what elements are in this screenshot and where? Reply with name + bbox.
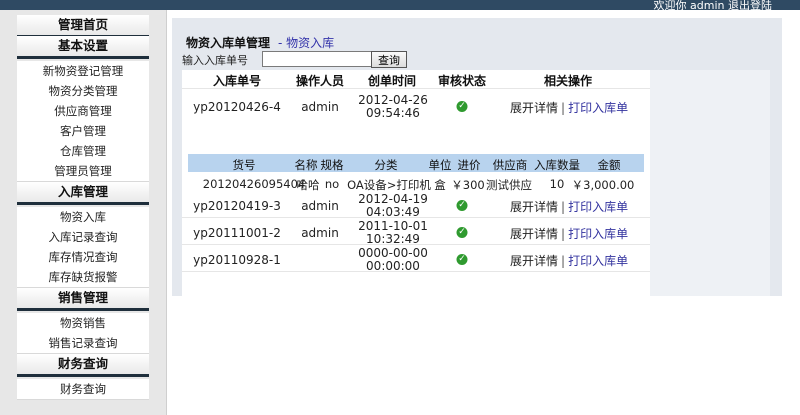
approved-check-icon: ✓ — [456, 101, 468, 112]
page-title: 物资入库单管理 - 物资入库 — [186, 34, 334, 51]
sidebar-item-material-register[interactable]: 新物资登记管理 — [17, 61, 149, 82]
detail-unit: 盒 — [434, 178, 446, 192]
page-subtitle[interactable]: - 物资入库 — [278, 36, 334, 50]
row2-print-link[interactable]: 打印入库单 — [568, 200, 628, 214]
search-input[interactable] — [262, 51, 372, 67]
sidebar-section-home[interactable]: 管理首页 — [17, 15, 149, 38]
row2-expand-link[interactable]: 展开详情 — [510, 200, 558, 214]
row3-create-time: 2011-10-01 10:32:49 — [358, 220, 428, 246]
sidebar-item-material-category[interactable]: 物资分类管理 — [17, 81, 149, 102]
main-content: 物资入库单管理 - 物资入库 输入入库单号 查询 入库单号 操作人员 创单时间 审… — [172, 18, 782, 296]
sidebar-item-finance-query[interactable]: 财务查询 — [17, 379, 149, 400]
row1-expand-link[interactable]: 展开详情 — [510, 101, 558, 115]
detail-header-item-no: 货号 — [232, 158, 256, 172]
row4-actions: 展开详情 | 打印入库单 — [510, 252, 628, 269]
detail-header-amount: 金额 — [597, 158, 621, 172]
col-header-review-status: 审核状态 — [437, 74, 487, 88]
top-bar: 欢迎你 admin 退出登陆 — [0, 0, 800, 13]
row2-actions: 展开详情 | 打印入库单 — [510, 198, 628, 215]
sidebar-section-inbound[interactable]: 入库管理 — [17, 182, 149, 205]
row-divider — [182, 244, 650, 245]
approved-check-icon: ✓ — [456, 254, 468, 265]
row1-inbound-id: yp20120426-4 — [193, 100, 281, 114]
row-divider — [182, 271, 650, 272]
sidebar-section-finance[interactable]: 财务查询 — [17, 354, 149, 377]
row4-inbound-id: yp20110928-1 — [193, 253, 281, 267]
action-separator: | — [561, 227, 566, 241]
col-header-inbound-id: 入库单号 — [212, 74, 262, 88]
row1-actions: 展开详情 | 打印入库单 — [510, 99, 628, 116]
sidebar: 管理首页 基本设置 新物资登记管理 物资分类管理 供应商管理 客户管理 仓库管理… — [0, 10, 167, 415]
row3-inbound-id: yp20111001-2 — [193, 226, 281, 240]
sidebar-item-admin[interactable]: 管理员管理 — [17, 161, 149, 182]
header-user-text[interactable]: 欢迎你 admin 退出登陆 — [654, 0, 772, 13]
row-divider — [182, 217, 650, 218]
approved-check-icon: ✓ — [456, 200, 468, 211]
detail-price: ￥300 — [451, 178, 485, 192]
action-separator: | — [561, 200, 566, 214]
detail-supplier: 测试供应 — [486, 178, 532, 192]
detail-header-unit: 单位 — [428, 158, 452, 172]
sidebar-item-customer[interactable]: 客户管理 — [17, 121, 149, 142]
row1-print-link[interactable]: 打印入库单 — [568, 101, 628, 115]
row4-print-link[interactable]: 打印入库单 — [568, 254, 628, 268]
sidebar-item-material-inbound[interactable]: 物资入库 — [17, 207, 149, 228]
detail-header-name: 名称 — [294, 158, 318, 172]
sidebar-item-material-sales[interactable]: 物资销售 — [17, 313, 149, 334]
search-button[interactable]: 查询 — [371, 51, 407, 68]
row3-expand-link[interactable]: 展开详情 — [510, 227, 558, 241]
detail-name: 哈哈 — [296, 178, 320, 192]
col-header-operator: 操作人员 — [295, 74, 345, 88]
sidebar-item-supplier[interactable]: 供应商管理 — [17, 101, 149, 122]
row2-inbound-id: yp20120419-3 — [193, 199, 281, 213]
action-separator: | — [561, 254, 566, 268]
action-separator: | — [561, 101, 566, 115]
detail-item-no: 20120426095404 — [202, 177, 306, 191]
row1-create-time: 2012-04-26 09:54:46 — [358, 94, 428, 120]
row4-expand-link[interactable]: 展开详情 — [510, 254, 558, 268]
row2-operator: admin — [301, 199, 339, 213]
row1-operator: admin — [301, 100, 339, 114]
approved-check-icon: ✓ — [456, 227, 468, 238]
detail-amount: ￥3,000.00 — [571, 178, 635, 192]
sidebar-item-inbound-records[interactable]: 入库记录查询 — [17, 227, 149, 248]
row3-operator: admin — [301, 226, 339, 240]
sidebar-item-stock-query[interactable]: 库存情况查询 — [17, 247, 149, 268]
row3-print-link[interactable]: 打印入库单 — [568, 227, 628, 241]
detail-spec: no — [324, 177, 340, 191]
sidebar-item-stock-alert[interactable]: 库存缺货报警 — [17, 267, 149, 288]
detail-header-quantity: 入库数量 — [534, 158, 580, 172]
sidebar-item-sales-records[interactable]: 销售记录查询 — [17, 333, 149, 354]
search-label: 输入入库单号 — [182, 54, 248, 67]
col-header-create-time: 创单时间 — [367, 74, 417, 88]
page-title-text: 物资入库单管理 — [186, 36, 271, 50]
sidebar-section-basic-settings[interactable]: 基本设置 — [17, 36, 149, 59]
detail-header-spec: 规格 — [320, 158, 344, 172]
results-side-panel — [650, 70, 770, 296]
col-header-actions: 相关操作 — [543, 74, 593, 88]
sidebar-item-warehouse[interactable]: 仓库管理 — [17, 141, 149, 162]
row2-create-time: 2012-04-19 04:03:49 — [358, 193, 428, 219]
row1-time: 09:54:46 — [366, 106, 420, 120]
detail-header-price: 进价 — [457, 158, 481, 172]
detail-header-supplier: 供应商 — [492, 158, 528, 172]
row4-create-time: 0000-00-00 00:00:00 — [358, 247, 428, 273]
sidebar-section-sales[interactable]: 销售管理 — [17, 288, 149, 311]
detail-quantity: 10 — [549, 177, 565, 191]
row3-actions: 展开详情 | 打印入库单 — [510, 225, 628, 242]
row-divider — [182, 88, 650, 89]
detail-header-category: 分类 — [374, 158, 398, 172]
detail-category: OA设备>打印机 — [347, 178, 431, 192]
